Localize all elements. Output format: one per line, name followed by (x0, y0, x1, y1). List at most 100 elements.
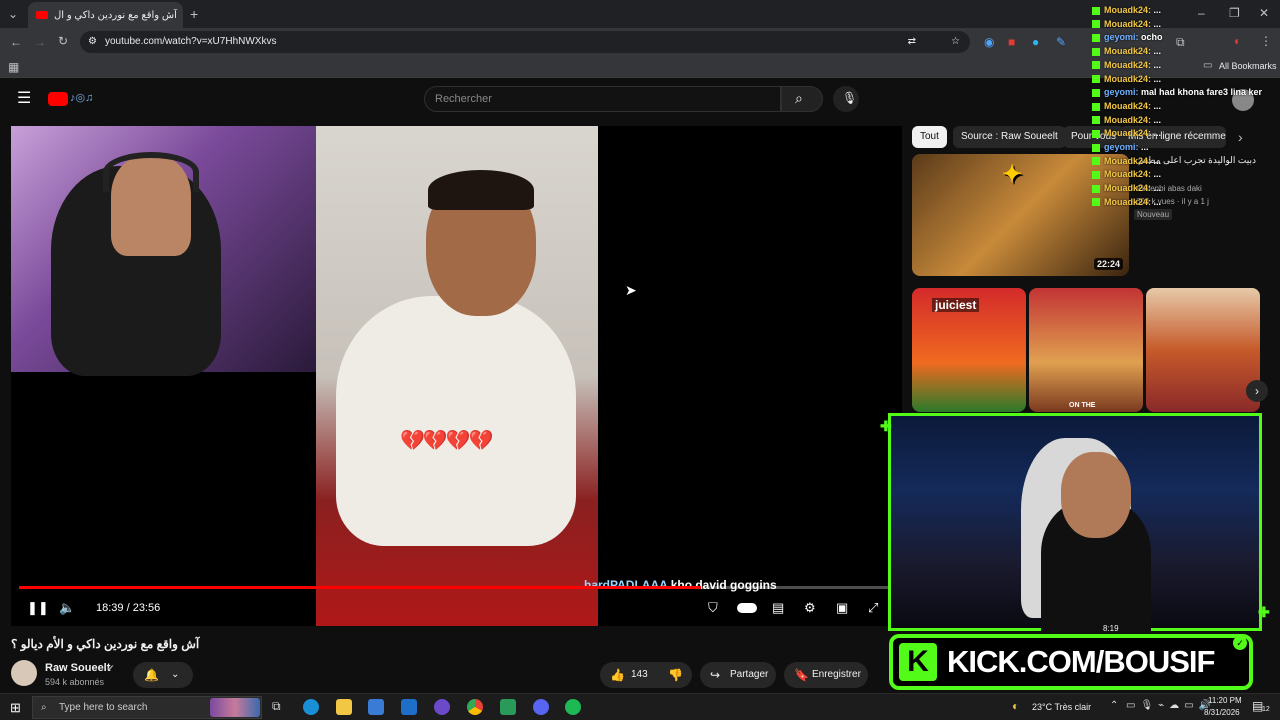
chat-username: Mouadk24 (1104, 59, 1149, 70)
chat-message: Mouadk24: ... (1092, 100, 1262, 114)
search-highlight-image[interactable] (210, 698, 260, 717)
file-explorer-icon[interactable] (336, 699, 352, 715)
progress-bar[interactable] (19, 586, 894, 589)
chat-text: ... (1153, 196, 1162, 207)
save-label: Enregistrer (812, 669, 861, 680)
bookmarks-bar: ▦ ▭ All Bookmarks (0, 56, 1280, 78)
plus-corner-icon: ✚ (1258, 604, 1270, 620)
shorts-next-button[interactable]: › (1246, 380, 1268, 402)
hamburger-menu-icon[interactable]: ☰ (17, 91, 31, 107)
shorts-thumbnail[interactable]: ON THE (1029, 288, 1143, 412)
chat-message: Mouadk24: ... (1092, 127, 1262, 141)
volume-icon[interactable]: 🔈 (59, 600, 75, 616)
site-info-icon[interactable]: ⚙ (88, 31, 97, 53)
chat-text: mal had khona fare3 lina kerna kay3if ol… (1141, 87, 1262, 98)
discord-icon[interactable] (533, 699, 549, 715)
back-icon[interactable]: ← (10, 36, 22, 48)
logo-doodle-icon: ♪◎♫ (70, 92, 94, 104)
apps-grid-icon[interactable]: ▦ (8, 61, 19, 73)
fullscreen-icon[interactable]: ⤢ (868, 600, 878, 616)
chat-username: geyomi (1104, 32, 1136, 43)
clock-time[interactable]: 11:20 PM (1208, 696, 1242, 705)
autoplay-toggle[interactable] (737, 603, 757, 613)
kick-badge-icon (1092, 116, 1100, 125)
like-count: 143 (631, 669, 648, 680)
thumbs-up-icon: 👍 (610, 668, 625, 682)
spotify-icon[interactable] (565, 699, 581, 715)
app-icon[interactable] (434, 699, 450, 715)
channel-avatar[interactable] (11, 660, 37, 686)
youtube-header: ☰ ♪◎♫ Rechercher ⌕ 🎙 (0, 80, 1280, 120)
like-button[interactable]: 👍 143 👎 (600, 662, 692, 688)
pause-icon[interactable]: ❚❚ (27, 600, 49, 616)
chat-text: ocho (1141, 32, 1163, 43)
tray-chevron-icon[interactable]: ⌃ (1110, 700, 1118, 711)
chat-text: ... (1153, 128, 1162, 139)
chat-text: ... (1141, 142, 1149, 153)
url-field[interactable]: ⚙ youtube.com/watch?v=xU7HhNWXkvs ⇄ ☆ (80, 31, 970, 53)
kick-badge-icon (1092, 75, 1100, 84)
search-button[interactable]: ⌕ (781, 86, 823, 112)
kick-badge-icon (1092, 143, 1100, 152)
tab-search-icon[interactable]: ⌄ (8, 8, 18, 20)
browser-tab[interactable]: آش واقع مع نوردين داكي و ال 🔊 ✕ (28, 2, 183, 28)
app-icon[interactable] (500, 699, 516, 715)
forward-icon[interactable]: → (34, 36, 46, 48)
weather-text[interactable]: 23°C Très clair (1032, 702, 1091, 712)
chat-message: Mouadk24: ... (1092, 196, 1262, 210)
extension-icon[interactable]: ✎ (1056, 36, 1066, 48)
voice-search-button[interactable]: 🎙 (833, 86, 859, 112)
mail-icon[interactable] (401, 699, 417, 715)
search-input[interactable]: Rechercher (424, 86, 781, 112)
video-player[interactable]: 💔💔💔💔 hardPADLAAA kho david goggins ❚❚ 🔈 … (11, 126, 902, 626)
kick-badge-icon (1092, 129, 1100, 138)
youtube-logo[interactable] (48, 92, 68, 106)
tray-icons[interactable]: ▭🎙⌁☁▭🔊 (1126, 700, 1216, 711)
subscribe-bell-button[interactable]: 🔔 ⌄ (133, 662, 193, 688)
miniplayer-icon[interactable]: ▣ (836, 600, 848, 616)
bookmark-star-icon[interactable]: ☆ (951, 31, 960, 53)
kick-badge-icon (1092, 20, 1100, 29)
plus-corner-icon: ✚ (880, 418, 892, 434)
video-title: آش واقع مع نوردين داكي و الأم ديالو ؟ (11, 637, 200, 651)
chip-all[interactable]: Tout (912, 126, 947, 148)
thumbs-down-icon[interactable]: 👎 (668, 662, 683, 688)
chat-text: ... (1153, 100, 1162, 111)
task-view-icon[interactable]: ⧉ (272, 699, 281, 714)
clock-date[interactable]: 8/31/2026 (1204, 708, 1240, 717)
share-button[interactable]: ↪ Partager (700, 662, 776, 688)
chat-message: Mouadk24: ... (1092, 59, 1262, 73)
bell-icon: 🔔 (144, 668, 159, 682)
subtitles-icon[interactable]: ▤ (772, 600, 784, 616)
chat-username: Mouadk24 (1104, 155, 1149, 166)
chat-username: geyomi (1104, 142, 1136, 153)
translate-icon[interactable]: ⇄ (908, 31, 916, 53)
new-tab-icon[interactable]: + (190, 7, 198, 21)
headset-icon (103, 152, 199, 192)
chat-text: ... (1153, 18, 1162, 29)
reload-icon[interactable]: ↻ (58, 35, 68, 47)
windows-taskbar: ⊞ ⌕ Type here to search ⧉ ◐ 23°C Très cl… (0, 693, 1280, 720)
store-icon[interactable] (368, 699, 384, 715)
chip-source[interactable]: Source : Raw Soueelt (953, 126, 1066, 148)
windows-start-icon[interactable]: ⊞ (10, 700, 21, 716)
extension-icon[interactable]: ● (1032, 36, 1039, 48)
duration-badge: 22:24 (1093, 258, 1123, 270)
extension-icon[interactable]: ■ (1008, 36, 1015, 48)
share-label: Partager (730, 669, 769, 680)
edge-icon[interactable] (303, 699, 319, 715)
shorts-thumbnail[interactable]: juiciest (912, 288, 1026, 412)
settings-gear-icon[interactable]: ⚙ (804, 600, 816, 616)
kick-banner: K KICK.COM/BOUSIF ✓ (889, 634, 1253, 690)
extension-icon[interactable]: ◉ (984, 36, 994, 48)
chrome-icon[interactable] (467, 699, 483, 715)
shield-icon[interactable]: ⛉ (708, 600, 718, 616)
chat-username: Mouadk24 (1104, 128, 1149, 139)
chat-message: Mouadk24: ... (1092, 73, 1262, 87)
webcam-overlay: 8:19 (888, 413, 1262, 633)
shorts-thumbnail[interactable] (1146, 288, 1260, 412)
kick-badge-icon (1092, 102, 1100, 111)
save-button[interactable]: 🔖 Enregistrer (784, 662, 868, 688)
bookmark-icon: 🔖 (794, 668, 809, 682)
channel-name[interactable]: Raw Soueelt (45, 662, 110, 674)
